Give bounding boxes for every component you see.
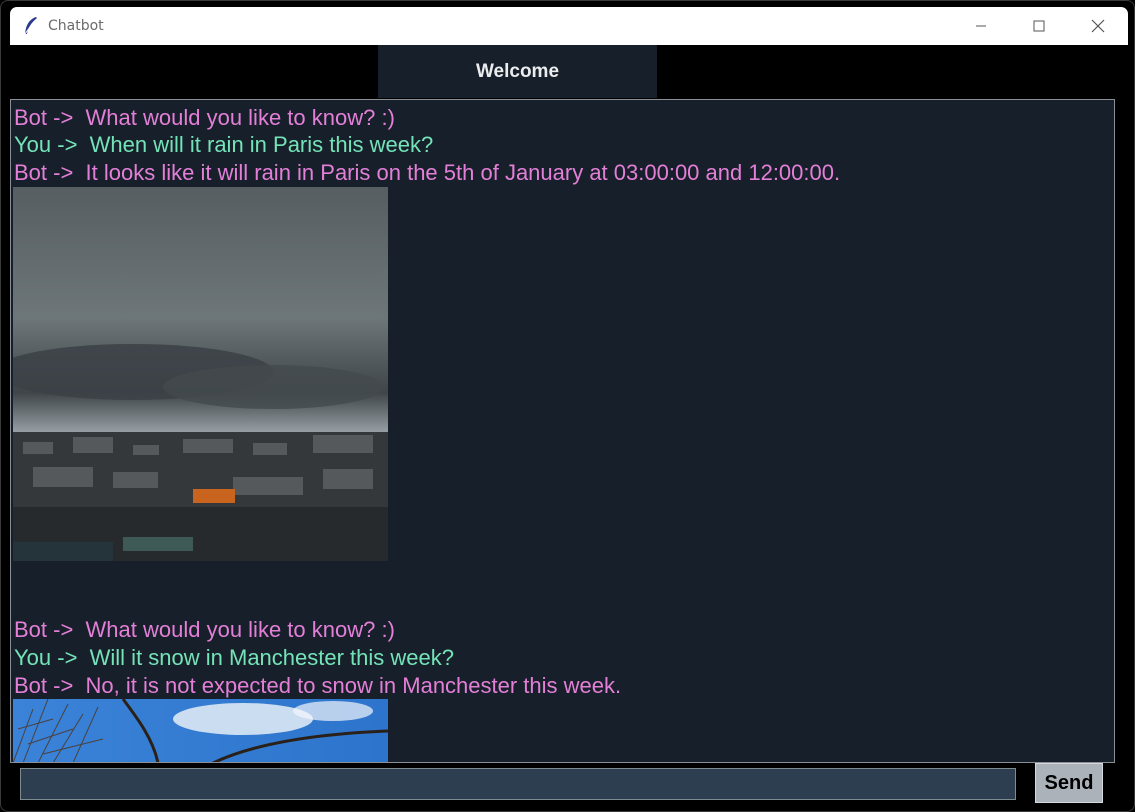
chat-message-user: You -> Will it snow in Manchester this w… <box>14 645 454 670</box>
chat-message-bot: Bot -> No, it is not expected to snow in… <box>14 673 622 698</box>
chat-message-bot: Bot -> It looks like it will rain in Par… <box>14 160 841 185</box>
close-button[interactable] <box>1069 7 1127 45</box>
chat-log[interactable]: Bot -> What would you like to know? :) Y… <box>10 99 1115 763</box>
chat-message-bot: Bot -> What would you like to know? :) <box>14 617 395 642</box>
close-icon <box>1091 19 1105 33</box>
header-title: Welcome <box>475 60 560 82</box>
chatbot-window: Chatbot Welcome Bot -> What would you li… <box>0 0 1135 812</box>
header-bar: Welcome <box>378 45 657 98</box>
title-bar[interactable]: Chatbot <box>10 7 1128 45</box>
maximize-button[interactable] <box>1010 7 1068 45</box>
minimize-button[interactable] <box>952 7 1010 45</box>
chat-message-user: You -> When will it rain in Paris this w… <box>14 132 434 157</box>
send-button[interactable]: Send <box>1035 763 1103 803</box>
manchester-sky-photo <box>13 699 388 762</box>
message-input[interactable] <box>20 768 1016 800</box>
feather-icon <box>23 16 39 36</box>
maximize-icon <box>1033 20 1045 32</box>
minimize-icon <box>976 25 986 27</box>
chat-message-bot: Bot -> What would you like to know? :) <box>14 105 395 130</box>
window-title: Chatbot <box>48 18 104 34</box>
paris-rain-photo <box>13 187 388 561</box>
